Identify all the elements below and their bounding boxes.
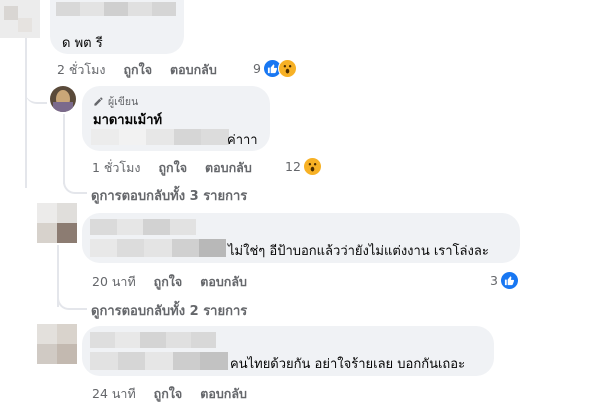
reply-button[interactable]: ตอบกลับ (170, 60, 217, 80)
comment-text: ไม่ใช่ๆ อีป้าบอกแล้วว่ายังไม่แต่งงาน เรา… (228, 244, 489, 259)
like-button[interactable]: ถูกใจ (154, 384, 183, 404)
reaction-count: 12 (285, 159, 301, 174)
wow-reaction-icon (302, 157, 322, 176)
reaction-summary[interactable]: 9 (253, 59, 297, 78)
wow-reaction-icon (277, 59, 297, 78)
thread-line (25, 38, 27, 188)
redacted-text (90, 352, 228, 370)
comment-time[interactable]: 20 นาที (92, 272, 136, 292)
view-replies-link[interactable]: ดูการตอบกลับทั้ง 2 รายการ (91, 300, 247, 321)
reply-button[interactable]: ตอบกลับ (205, 158, 252, 178)
author-badge: ผู้เขียน (93, 93, 138, 110)
reply-button[interactable]: ตอบกลับ (200, 272, 247, 292)
comment-actions: 20 นาที ถูกใจ ตอบกลับ (92, 272, 247, 292)
thread-line (63, 114, 65, 184)
reply-connector (57, 292, 87, 310)
comment-actions: 2 ชั่วโมง ถูกใจ ตอบกลับ (57, 60, 217, 80)
comment-bubble: ด พต รี (50, 0, 184, 54)
author-badge-label: ผู้เขียน (108, 96, 139, 108)
like-button[interactable]: ถูกใจ (158, 158, 187, 178)
commenter-avatar-blurred[interactable] (37, 203, 77, 243)
comment-text: ค่าาา (227, 133, 258, 148)
comment-actions: 24 นาที ถูกใจ ตอบกลับ (92, 384, 247, 404)
reply-button[interactable]: ตอบกลับ (200, 384, 247, 404)
pencil-icon (94, 97, 103, 106)
comment-text: ด พต รี (62, 36, 103, 51)
redacted-name (90, 332, 217, 348)
like-button[interactable]: ถูกใจ (154, 272, 183, 292)
reply-connector (63, 176, 87, 194)
reaction-summary[interactable]: 3 (490, 271, 519, 290)
reaction-count: 9 (253, 61, 261, 76)
reply-connector (25, 86, 47, 104)
commenter-name[interactable]: มาดามเม้าท์ (93, 109, 162, 130)
author-avatar[interactable] (50, 86, 76, 112)
reaction-count: 3 (490, 273, 498, 288)
redacted-name (90, 219, 196, 235)
commenter-avatar-blurred[interactable] (37, 324, 77, 364)
like-reaction-icon (499, 271, 519, 290)
comment-bubble: ผู้เขียน มาดามเม้าท์ ค่าาา (82, 86, 270, 151)
redacted-text (91, 129, 229, 145)
reaction-summary[interactable]: 12 (285, 157, 322, 176)
view-replies-link[interactable]: ดูการตอบกลับทั้ง 3 รายการ (91, 185, 247, 206)
comment-time[interactable]: 2 ชั่วโมง (57, 60, 106, 80)
comment-text: คนไทยด้วยกัน อย่าใจร้ายเลย บอกกันเถอะ (230, 357, 466, 372)
like-button[interactable]: ถูกใจ (123, 60, 152, 80)
comment-time[interactable]: 1 ชั่วโมง (92, 158, 141, 178)
commenter-avatar-blurred[interactable] (0, 0, 40, 38)
redacted-name (56, 2, 176, 16)
comment-bubble: คนไทยด้วยกัน อย่าใจร้ายเลย บอกกันเถอะ (82, 326, 494, 376)
comment-time[interactable]: 24 นาที (92, 384, 136, 404)
comment-bubble: ไม่ใช่ๆ อีป้าบอกแล้วว่ายังไม่แต่งงาน เรา… (82, 213, 520, 263)
comment-actions: 1 ชั่วโมง ถูกใจ ตอบกลับ (92, 158, 252, 178)
redacted-text (90, 239, 227, 257)
